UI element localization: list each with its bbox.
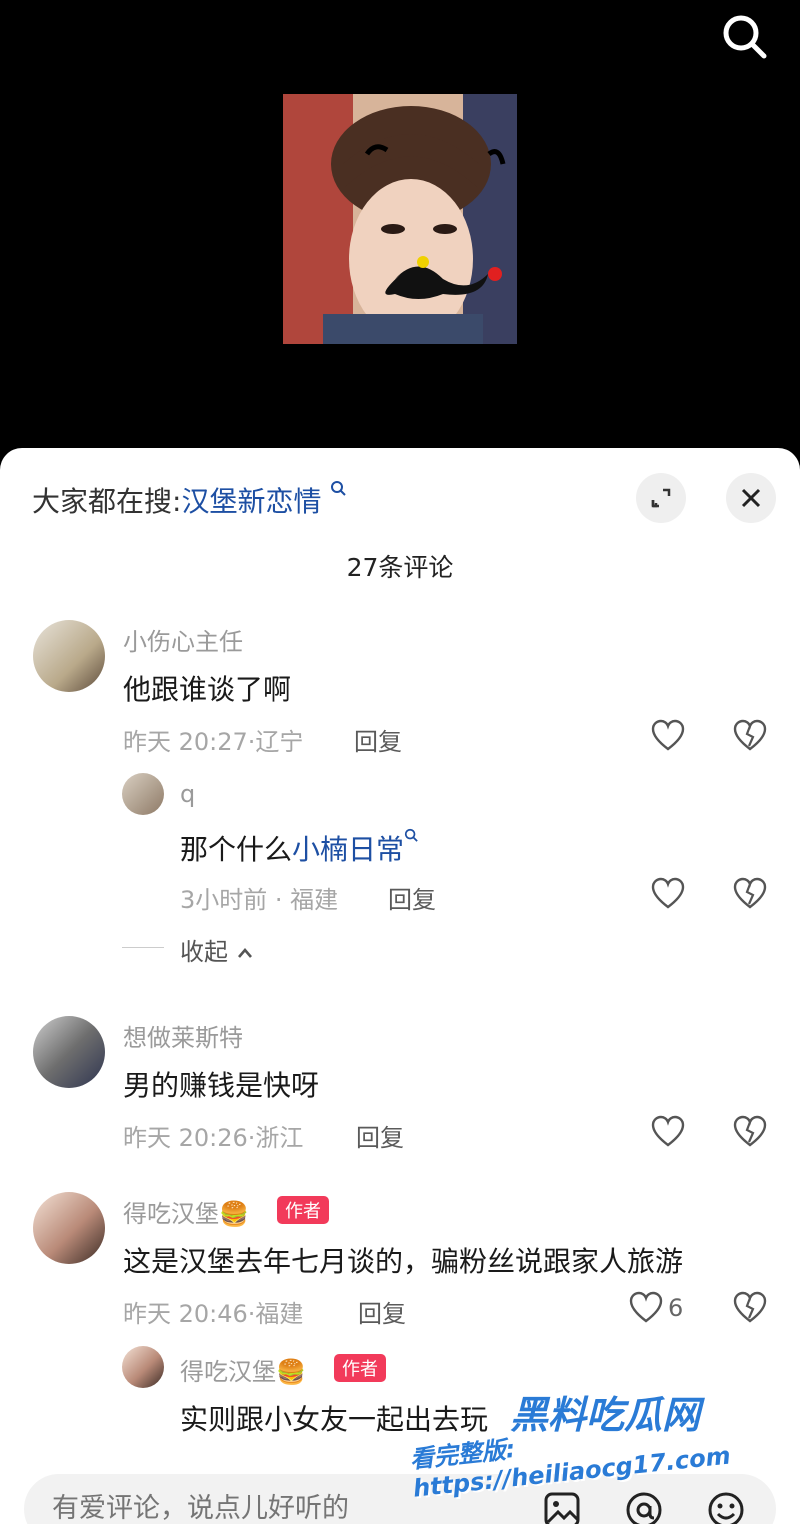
comment-text: 他跟谁谈了啊 — [123, 673, 292, 706]
close-button[interactable] — [726, 473, 776, 523]
hot-search-bar[interactable]: 大家都在搜:汉堡新恋情 — [32, 480, 347, 520]
avatar[interactable] — [33, 1192, 105, 1264]
search-icon — [331, 481, 347, 496]
comment-meta: 昨天 20:46·福建 — [123, 1300, 304, 1328]
expand-icon — [651, 488, 671, 508]
comment-input[interactable] — [50, 1492, 454, 1524]
collapse-label: 收起 — [180, 938, 228, 966]
search-icon — [404, 828, 418, 842]
dislike-icon[interactable] — [732, 718, 768, 754]
portrait-illustration — [283, 94, 517, 344]
reply-button[interactable]: 回复 — [356, 1118, 404, 1153]
avatar[interactable] — [122, 1346, 164, 1388]
comment-text: 男的赚钱是快呀 — [123, 1069, 320, 1102]
avatar[interactable] — [33, 1016, 105, 1088]
comment-text-prefix: 那个什么 — [180, 833, 293, 866]
close-icon — [741, 488, 761, 508]
comment-sheet: 大家都在搜:汉堡新恋情 27条评论 小伤心主任 他跟谁谈了啊 昨天 20:27·… — [0, 448, 800, 1524]
heart-icon[interactable] — [650, 718, 686, 754]
comment-username[interactable]: 小伤心主任 — [123, 622, 243, 657]
heart-icon[interactable] — [628, 1290, 664, 1326]
hot-search-prefix: 大家都在搜: — [32, 485, 182, 518]
divider — [122, 947, 164, 948]
comment-count: 27条评论 — [346, 553, 454, 582]
heart-icon[interactable] — [650, 1114, 686, 1150]
comment-meta: 昨天 20:27·辽宁 — [123, 728, 304, 756]
chevron-up-icon — [237, 948, 252, 958]
dislike-icon[interactable] — [732, 1114, 768, 1150]
comment-input-bar — [0, 1464, 800, 1524]
comment-username[interactable]: 得吃汉堡🍔 — [123, 1194, 249, 1229]
author-badge: 作者 — [334, 1354, 386, 1382]
comment-meta: 3小时前 · 福建 — [180, 886, 339, 914]
author-badge: 作者 — [277, 1196, 329, 1224]
search-button[interactable] — [718, 10, 772, 64]
image-icon[interactable] — [542, 1490, 582, 1524]
avatar[interactable] — [122, 773, 164, 815]
reply-button[interactable]: 回复 — [388, 880, 436, 915]
avatar[interactable] — [33, 620, 105, 692]
comment-text: 实则跟小女友一起出去玩 — [180, 1403, 489, 1436]
comment-username[interactable]: 想做莱斯特 — [123, 1018, 243, 1053]
dislike-icon[interactable] — [732, 876, 768, 912]
at-icon[interactable] — [624, 1490, 664, 1524]
comment-username[interactable]: 得吃汉堡🍔 — [180, 1352, 306, 1387]
heart-icon[interactable] — [650, 876, 686, 912]
hot-search-keyword[interactable]: 汉堡新恋情 — [181, 485, 321, 518]
comment-text: 这是汉堡去年七月谈的，骗粉丝说跟家人旅游 — [123, 1245, 684, 1278]
collapse-replies-button[interactable]: 收起 — [180, 932, 254, 967]
comment-username[interactable]: q — [180, 780, 195, 808]
comment-text: 那个什么小楠日常 — [180, 828, 418, 868]
reply-button[interactable]: 回复 — [358, 1294, 406, 1329]
comment-search-link[interactable]: 小楠日常 — [292, 833, 404, 866]
search-icon — [723, 15, 767, 59]
dislike-icon[interactable] — [732, 1290, 768, 1326]
like-count: 6 — [668, 1294, 684, 1322]
emoji-icon[interactable] — [706, 1490, 746, 1524]
expand-button[interactable] — [636, 473, 686, 523]
comment-meta: 昨天 20:26·浙江 — [123, 1124, 304, 1152]
video-frame-photo[interactable] — [283, 94, 517, 344]
reply-button[interactable]: 回复 — [354, 722, 402, 757]
